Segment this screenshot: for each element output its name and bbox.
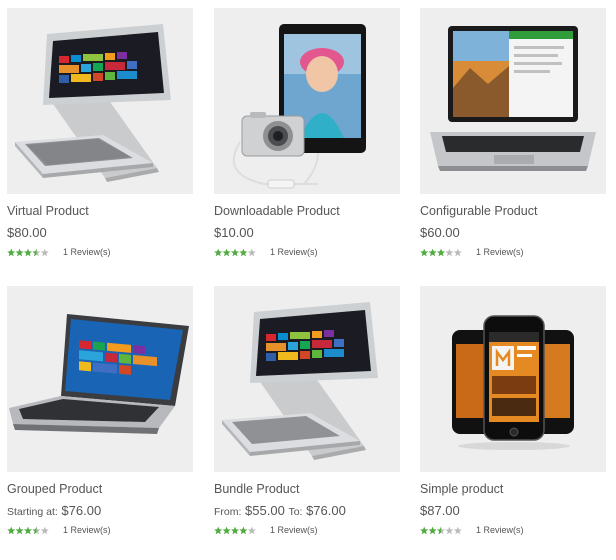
reviews-link[interactable]: 1 Review(s) (476, 525, 524, 535)
product-rating: 1 Review(s) (214, 247, 400, 260)
star-icon (453, 526, 462, 535)
product-card: Grouped Product Starting at: $76.00 1 Re… (7, 286, 193, 535)
star-fill-icon (7, 248, 16, 257)
star-fill-icon (15, 526, 24, 535)
product-card: Simple product $87.00 1 Review(s) (420, 286, 606, 535)
star-icon (40, 526, 49, 535)
star-fill-icon (15, 248, 24, 257)
product-card: Virtual Product $80.00 1 Review(s) (7, 8, 193, 257)
rating-stars (214, 526, 256, 535)
tablet-camera-icon (232, 24, 366, 189)
star-fill-icon (222, 248, 231, 257)
star-fill-icon (222, 526, 231, 535)
star-fill-icon (231, 526, 239, 535)
product-price: From: $55.00 To: $76.00 (214, 503, 346, 518)
star-icon (247, 526, 256, 535)
star-fill-icon (239, 248, 248, 257)
product-rating: 1 Review(s) (420, 525, 606, 538)
star-fill-icon (214, 248, 223, 257)
star-fill-icon (420, 526, 429, 535)
product-price: Starting at: $76.00 (7, 503, 101, 518)
product-rating: 1 Review(s) (214, 525, 400, 538)
star-fill-icon (420, 248, 429, 257)
star-fill-icon (231, 248, 239, 257)
star-fill-icon (24, 526, 32, 535)
product-card: Bundle Product From: $55.00 To: $76.00 1… (214, 286, 400, 535)
reviews-link[interactable]: 1 Review(s) (63, 525, 111, 535)
star-fill-icon (437, 248, 445, 257)
product-rating: 1 Review(s) (7, 525, 193, 538)
rating-stars (420, 526, 462, 535)
rating-stars (214, 248, 256, 257)
product-rating: 1 Review(s) (420, 247, 606, 260)
reviews-link[interactable]: 1 Review(s) (476, 247, 524, 257)
price-to-value: $76.00 (306, 503, 346, 518)
convertible-laptop-icon (222, 302, 378, 460)
star-fill-icon (214, 526, 223, 535)
price-label: Starting at: (7, 506, 58, 518)
hybrid-laptop-icon (430, 26, 596, 171)
product-image-link[interactable] (7, 286, 193, 472)
price-value: $55.00 (245, 503, 285, 518)
product-image-link[interactable] (7, 8, 193, 194)
rating-stars (420, 248, 462, 257)
product-image-link[interactable] (420, 8, 606, 194)
product-price: $80.00 (7, 225, 47, 240)
rating-stars (7, 526, 49, 535)
star-fill-icon (24, 248, 32, 257)
product-price: $60.00 (420, 225, 460, 240)
star-icon (40, 248, 49, 257)
product-name-link[interactable]: Bundle Product (214, 482, 299, 496)
product-image-link[interactable] (214, 286, 400, 472)
product-name-link[interactable]: Simple product (420, 482, 503, 496)
product-rating: 1 Review(s) (7, 247, 193, 260)
reviews-link[interactable]: 1 Review(s) (270, 525, 318, 535)
star-icon (445, 248, 454, 257)
star-fill-icon (239, 526, 248, 535)
price-label: From: (214, 506, 242, 518)
price-value: $60.00 (420, 225, 460, 240)
rating-stars (7, 248, 49, 257)
smartphones-icon (452, 315, 574, 450)
star-icon (453, 248, 462, 257)
price-value: $87.00 (420, 503, 460, 518)
price-value: $80.00 (7, 225, 47, 240)
product-price: $10.00 (214, 225, 254, 240)
convertible-laptop-icon (15, 24, 171, 182)
product-card: Configurable Product $60.00 1 Review(s) (420, 8, 606, 257)
reviews-link[interactable]: 1 Review(s) (270, 247, 318, 257)
price-value: $10.00 (214, 225, 254, 240)
price-to-label: To: (288, 506, 303, 518)
product-price: $87.00 (420, 503, 460, 518)
reviews-link[interactable]: 1 Review(s) (63, 247, 111, 257)
laptop-icon (9, 314, 189, 434)
product-name-link[interactable]: Downloadable Product (214, 204, 340, 218)
star-fill-icon (428, 526, 437, 535)
price-value: $76.00 (61, 503, 102, 518)
product-card: Downloadable Product $10.00 1 Review(s) (214, 8, 400, 257)
product-name-link[interactable]: Virtual Product (7, 204, 89, 218)
product-name-link[interactable]: Configurable Product (420, 204, 537, 218)
star-icon (247, 248, 256, 257)
product-name-link[interactable]: Grouped Product (7, 482, 102, 496)
product-image-link[interactable] (420, 286, 606, 472)
star-fill-icon (428, 248, 437, 257)
product-image-link[interactable] (214, 8, 400, 194)
star-icon (445, 526, 454, 535)
star-fill-icon (7, 526, 16, 535)
